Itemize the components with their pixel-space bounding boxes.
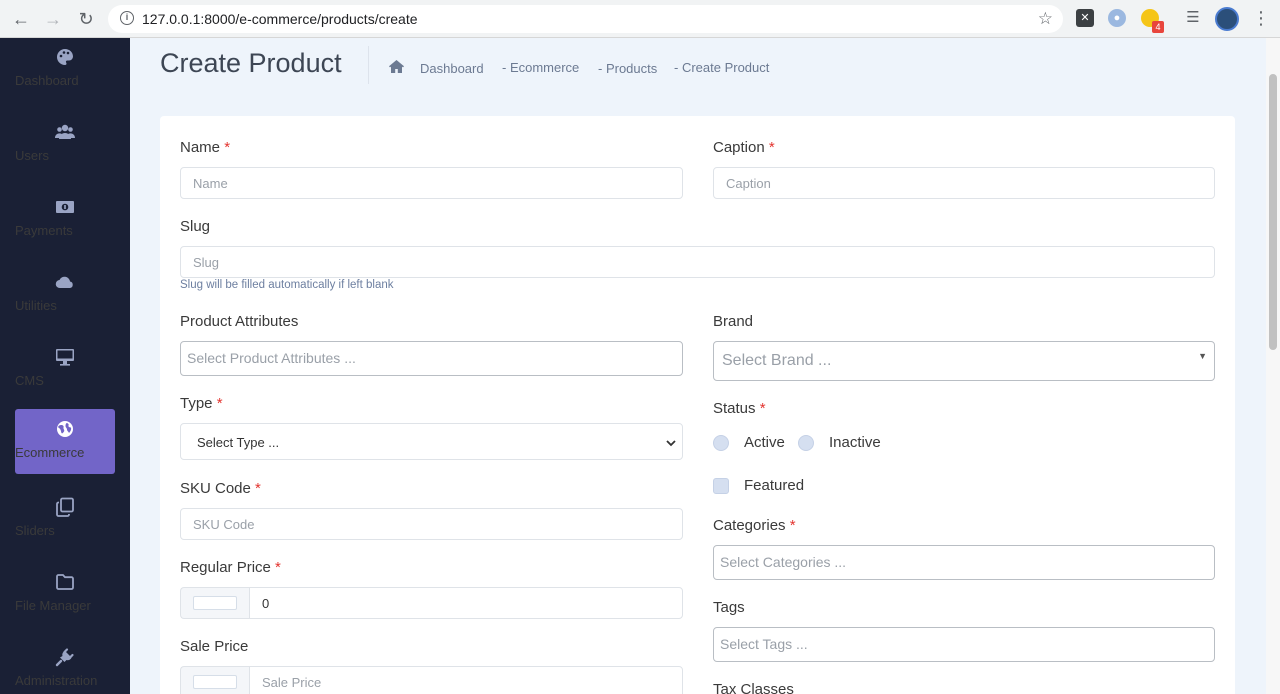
- brand-placeholder: Select Brand ...: [722, 352, 832, 369]
- name-placeholder: Name: [193, 176, 228, 191]
- users-icon: [55, 124, 75, 139]
- caption-placeholder: Caption: [726, 176, 771, 191]
- featured-label[interactable]: Featured: [744, 477, 804, 494]
- sidebar-item-dashboard[interactable]: Dashboard: [15, 37, 115, 102]
- breadcrumb-products[interactable]: - Products: [598, 61, 657, 76]
- status-inactive-label[interactable]: Inactive: [829, 434, 881, 451]
- slug-input[interactable]: Slug: [180, 246, 1215, 278]
- regular-price-value: 0: [262, 596, 270, 611]
- breadcrumb-create-product: - Create Product: [674, 60, 770, 75]
- slug-label: Slug: [180, 218, 211, 235]
- name-input[interactable]: Name: [180, 167, 683, 199]
- home-icon[interactable]: [389, 60, 404, 73]
- sidebar-item-ecommerce[interactable]: Ecommerce: [15, 409, 115, 474]
- title-divider: [368, 46, 369, 84]
- brand-label: Brand: [713, 313, 754, 330]
- sidebar-item-administration[interactable]: Administration: [15, 637, 115, 694]
- page-scrollbar[interactable]: [1266, 38, 1280, 694]
- sidebar-item-utilities[interactable]: Utilities: [15, 262, 115, 327]
- caret-down-icon: ▼: [1198, 351, 1207, 361]
- site-info-icon[interactable]: i: [120, 11, 134, 25]
- status-active-radio[interactable]: [713, 435, 729, 451]
- sku-placeholder: SKU Code: [193, 517, 255, 532]
- type-select[interactable]: Select Type ...: [180, 423, 683, 460]
- categories-select[interactable]: Select Categories ...: [713, 545, 1215, 580]
- address-bar[interactable]: i 127.0.0.1:8000/e-commerce/products/cre…: [108, 5, 1063, 33]
- regular-price-currency-addon: [180, 587, 250, 619]
- slug-placeholder: Slug: [193, 255, 220, 270]
- name-label: Name *: [180, 139, 231, 156]
- sidebar-item-label: Sliders: [15, 523, 55, 538]
- sidebar-item-cms[interactable]: CMS: [15, 337, 115, 402]
- page-title: Create Product: [160, 48, 342, 78]
- palette-icon: [57, 49, 73, 65]
- profile-avatar[interactable]: [1215, 7, 1239, 31]
- media-queue-icon[interactable]: ☰: [1184, 9, 1202, 27]
- sidebar-item-label: Dashboard: [15, 73, 79, 88]
- back-icon[interactable]: ←: [10, 8, 32, 30]
- breadcrumb-dashboard[interactable]: Dashboard: [420, 61, 484, 76]
- tags-placeholder: Select Tags ...: [720, 636, 808, 652]
- sku-input[interactable]: SKU Code: [180, 508, 683, 540]
- sku-label: SKU Code *: [180, 480, 261, 497]
- sale-price-input[interactable]: Sale Price: [249, 666, 683, 694]
- status-inactive-radio[interactable]: [798, 435, 814, 451]
- folder-icon: [56, 574, 74, 590]
- sidebar-item-label: File Manager: [15, 598, 91, 613]
- featured-checkbox[interactable]: [713, 478, 729, 494]
- categories-placeholder: Select Categories ...: [720, 554, 847, 570]
- product-attributes-select[interactable]: Select Product Attributes ...: [180, 341, 683, 376]
- brand-select[interactable]: Select Brand ... ▼: [713, 341, 1215, 381]
- sidebar-item-label: Users: [15, 148, 49, 163]
- sale-price-placeholder: Sale Price: [262, 675, 322, 690]
- extension-badge: 4: [1152, 21, 1164, 33]
- cloud-icon: [55, 276, 73, 289]
- globe-icon: [57, 421, 73, 437]
- sidebar: Dashboard Users Payments Utilities CMS E…: [0, 38, 130, 694]
- sidebar-item-label: Payments: [15, 223, 73, 238]
- type-label: Type *: [180, 395, 223, 412]
- sidebar-item-label: Ecommerce: [15, 445, 85, 460]
- product-attributes-placeholder: Select Product Attributes ...: [187, 350, 356, 366]
- caption-label: Caption *: [713, 139, 775, 156]
- browser-toolbar: ← → ↻ i 127.0.0.1:8000/e-commerce/produc…: [0, 0, 1280, 38]
- status-label: Status *: [713, 400, 766, 417]
- tags-select[interactable]: Select Tags ...: [713, 627, 1215, 662]
- regular-price-label: Regular Price *: [180, 559, 281, 576]
- sale-price-currency-addon: [180, 666, 250, 694]
- browser-menu-icon[interactable]: ⋮: [1252, 8, 1270, 28]
- extension-x-icon[interactable]: ✕: [1076, 9, 1094, 27]
- sidebar-item-payments[interactable]: Payments: [15, 187, 115, 252]
- tags-label: Tags: [713, 599, 745, 616]
- sidebar-item-label: Utilities: [15, 298, 57, 313]
- url-text: 127.0.0.1:8000/e-commerce/products/creat…: [142, 11, 418, 27]
- caption-input[interactable]: Caption: [713, 167, 1215, 199]
- desktop-icon: [56, 349, 74, 366]
- chevron-down-icon: [666, 440, 676, 447]
- sidebar-item-file-manager[interactable]: File Manager: [15, 562, 115, 627]
- currency-placeholder-pill: [193, 675, 237, 689]
- currency-placeholder-pill: [193, 596, 237, 610]
- product-attributes-label: Product Attributes: [180, 313, 299, 330]
- regular-price-input[interactable]: 0: [249, 587, 683, 619]
- slug-help-text: Slug will be filled automatically if lef…: [180, 279, 394, 291]
- sidebar-item-label: CMS: [15, 373, 44, 388]
- tax-classes-label: Tax Classes: [713, 681, 794, 694]
- money-bill-icon: [56, 201, 74, 213]
- scrollbar-thumb[interactable]: [1269, 74, 1277, 350]
- copy-icon: [56, 497, 74, 517]
- sidebar-item-sliders[interactable]: Sliders: [15, 487, 115, 552]
- extension-compass-icon[interactable]: ●: [1108, 9, 1126, 27]
- forward-icon[interactable]: →: [42, 8, 64, 30]
- categories-label: Categories *: [713, 517, 796, 534]
- status-active-label[interactable]: Active: [744, 434, 785, 451]
- plug-icon: [55, 648, 74, 667]
- breadcrumb-ecommerce[interactable]: - Ecommerce: [502, 60, 579, 75]
- type-selected-option: Select Type ...: [197, 435, 280, 450]
- sidebar-item-users[interactable]: Users: [15, 112, 115, 177]
- bookmark-star-icon[interactable]: ☆: [1038, 9, 1053, 29]
- reload-icon[interactable]: ↻: [75, 8, 97, 30]
- sale-price-label: Sale Price: [180, 638, 249, 655]
- sidebar-item-label: Administration: [15, 673, 98, 688]
